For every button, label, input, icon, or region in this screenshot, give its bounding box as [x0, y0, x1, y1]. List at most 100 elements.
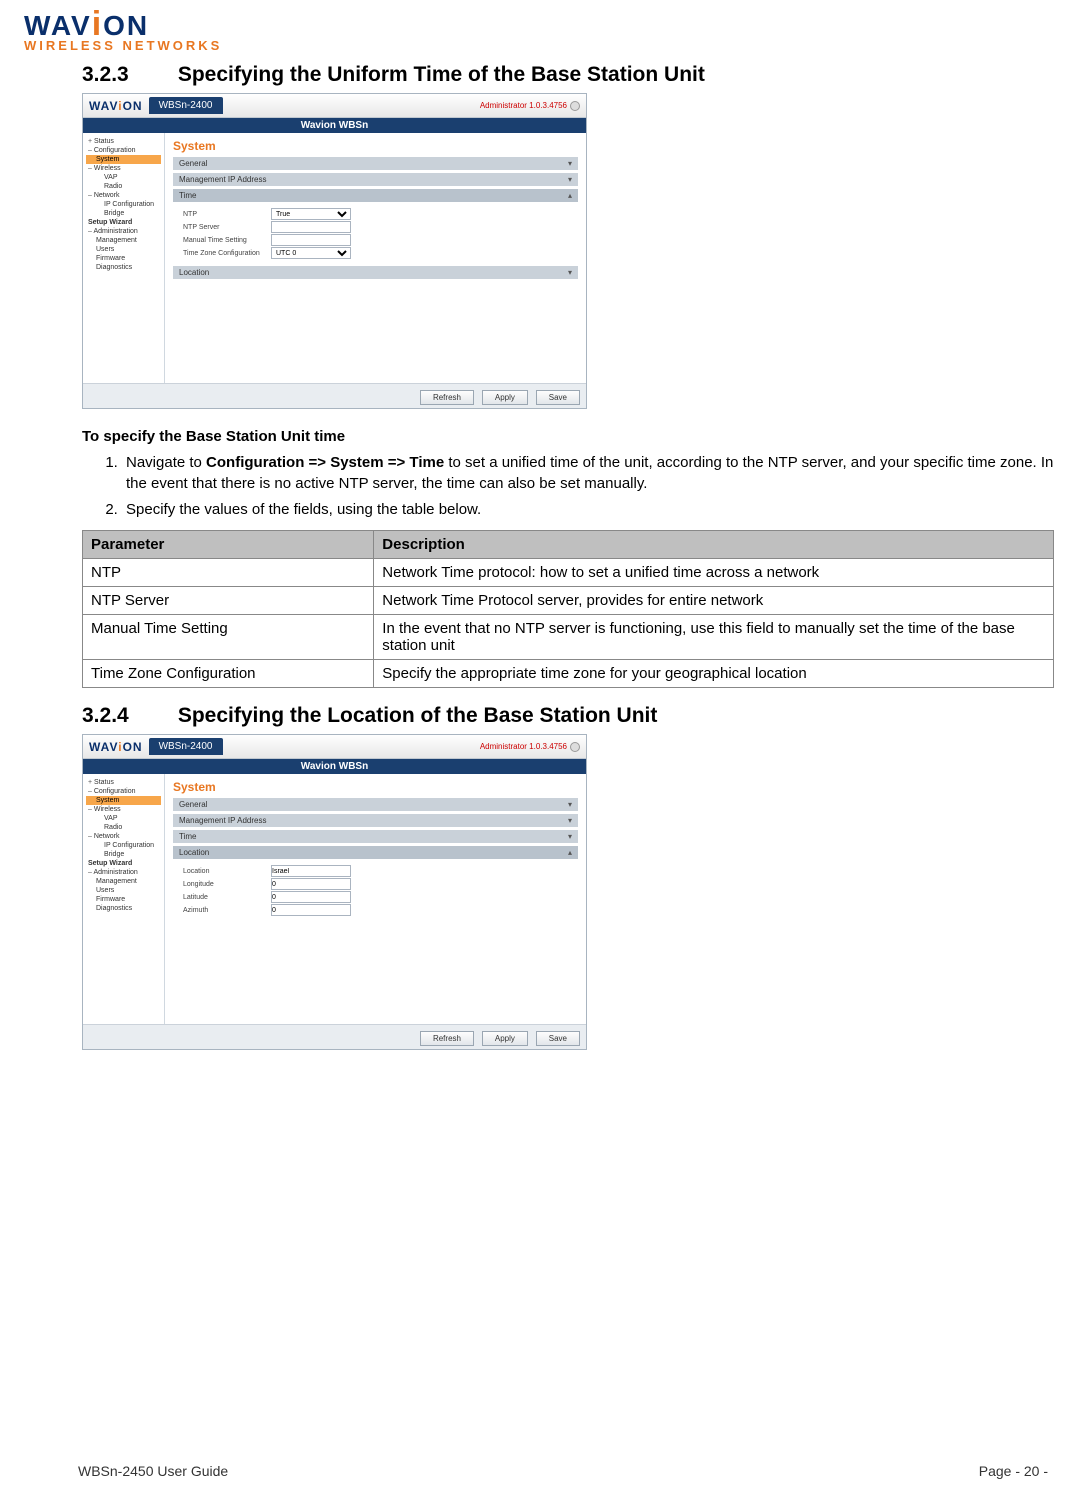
sidebar-item-wireless[interactable]: Wireless — [86, 164, 161, 173]
sidebar-item-system[interactable]: System — [86, 155, 161, 164]
ss-sidebar: Status Configuration System Wireless VAP… — [83, 774, 165, 1024]
sidebar-item-firmware[interactable]: Firmware — [86, 254, 161, 263]
ss-model-tab: WBSn-2400 — [149, 738, 223, 755]
sidebar-item-administration[interactable]: Administration — [86, 868, 161, 877]
page-footer: WBSn-2450 User Guide Page - 20 - — [78, 1463, 1048, 1479]
sidebar-item-system[interactable]: System — [86, 796, 161, 805]
refresh-button[interactable]: Refresh — [420, 1031, 474, 1046]
timezone-select[interactable]: UTC 0 — [271, 247, 351, 259]
location-input[interactable] — [271, 865, 351, 877]
ss-bar-location[interactable]: Location▾ — [173, 266, 578, 279]
brand-logo: WAViON WIRELESS NETWORKS — [24, 12, 1054, 53]
field-label-manual-time: Manual Time Setting — [183, 237, 263, 244]
table-row: NTP Server Network Time Protocol server,… — [83, 587, 1054, 615]
ss-bar-time[interactable]: Time▾ — [173, 830, 578, 843]
sidebar-item-wireless[interactable]: Wireless — [86, 805, 161, 814]
sidebar-item-users[interactable]: Users — [86, 886, 161, 895]
section-number: 3.2.3 — [82, 63, 172, 87]
logo-text-post: ON — [103, 10, 149, 41]
sidebar-item-management[interactable]: Management — [86, 236, 161, 245]
apply-button[interactable]: Apply — [482, 1031, 528, 1046]
field-label-ntp: NTP — [183, 211, 263, 218]
table-row: NTP Network Time protocol: how to set a … — [83, 559, 1054, 587]
ss-logo: WAViON — [89, 99, 143, 113]
ss-title-bar: Wavion WBSn — [83, 759, 586, 774]
sidebar-item-users[interactable]: Users — [86, 245, 161, 254]
ss-logo: WAViON — [89, 740, 143, 754]
steps-list: Navigate to Configuration => System => T… — [82, 453, 1054, 520]
cell-param: NTP — [83, 559, 374, 587]
apply-button[interactable]: Apply — [482, 390, 528, 405]
sidebar-item-setup-wizard[interactable]: Setup Wizard — [86, 218, 161, 227]
sidebar-item-administration[interactable]: Administration — [86, 227, 161, 236]
ss-bar-mgmt-ip[interactable]: Management IP Address▾ — [173, 814, 578, 827]
sidebar-item-bridge[interactable]: Bridge — [86, 209, 161, 218]
chevron-up-icon: ▴ — [568, 191, 572, 200]
ss-title-bar: Wavion WBSn — [83, 118, 586, 133]
section-heading-324: 3.2.4 Specifying the Location of the Bas… — [82, 704, 1054, 728]
azimuth-input[interactable] — [271, 904, 351, 916]
cell-param: Time Zone Configuration — [83, 660, 374, 688]
ss-bar-mgmt-ip[interactable]: Management IP Address▾ — [173, 173, 578, 186]
sidebar-item-network[interactable]: Network — [86, 191, 161, 200]
sidebar-item-vap[interactable]: VAP — [86, 814, 161, 823]
cell-desc: Network Time protocol: how to set a unif… — [374, 559, 1054, 587]
sidebar-item-setup-wizard[interactable]: Setup Wizard — [86, 859, 161, 868]
sidebar-item-firmware[interactable]: Firmware — [86, 895, 161, 904]
ss-admin-label: Administrator 1.0.3.4756 — [480, 101, 580, 111]
ss-sidebar: Status Configuration System Wireless VAP… — [83, 133, 165, 383]
sidebar-item-vap[interactable]: VAP — [86, 173, 161, 182]
sidebar-item-configuration[interactable]: Configuration — [86, 787, 161, 796]
sidebar-item-network[interactable]: Network — [86, 832, 161, 841]
ss-bar-general[interactable]: General▾ — [173, 157, 578, 170]
ss-panel-heading: System — [173, 780, 578, 794]
sidebar-item-radio[interactable]: Radio — [86, 823, 161, 832]
table-row: Manual Time Setting In the event that no… — [83, 615, 1054, 660]
sidebar-item-ipconfig[interactable]: IP Configuration — [86, 200, 161, 209]
field-label-ntp-server: NTP Server — [183, 224, 263, 231]
sidebar-item-diagnostics[interactable]: Diagnostics — [86, 263, 161, 272]
section-title: Specifying the Uniform Time of the Base … — [178, 63, 705, 86]
ss-bar-time[interactable]: Time▴ — [173, 189, 578, 202]
cell-desc: In the event that no NTP server is funct… — [374, 615, 1054, 660]
ss-model-tab: WBSn-2400 — [149, 97, 223, 114]
ntp-server-input[interactable] — [271, 221, 351, 233]
table-header-description: Description — [374, 531, 1054, 559]
cell-param: Manual Time Setting — [83, 615, 374, 660]
chevron-down-icon: ▾ — [568, 832, 572, 841]
latitude-input[interactable] — [271, 891, 351, 903]
sidebar-item-diagnostics[interactable]: Diagnostics — [86, 904, 161, 913]
user-icon — [570, 101, 580, 111]
logo-tagline: WIRELESS NETWORKS — [24, 38, 1054, 53]
screenshot-location-config: WAViON WBSn-2400 Administrator 1.0.3.475… — [82, 734, 587, 1050]
ss-bar-location[interactable]: Location▴ — [173, 846, 578, 859]
sidebar-item-radio[interactable]: Radio — [86, 182, 161, 191]
ss-bar-general[interactable]: General▾ — [173, 798, 578, 811]
table-header-parameter: Parameter — [83, 531, 374, 559]
screenshot-time-config: WAViON WBSn-2400 Administrator 1.0.3.475… — [82, 93, 587, 409]
refresh-button[interactable]: Refresh — [420, 390, 474, 405]
ntp-select[interactable]: True — [271, 208, 351, 220]
step-1-path: Configuration => System => Time — [206, 454, 444, 471]
manual-time-input[interactable] — [271, 234, 351, 246]
chevron-down-icon: ▾ — [568, 816, 572, 825]
sidebar-item-status[interactable]: Status — [86, 137, 161, 146]
field-label-location: Location — [183, 868, 263, 875]
sidebar-item-bridge[interactable]: Bridge — [86, 850, 161, 859]
sidebar-item-management[interactable]: Management — [86, 877, 161, 886]
longitude-input[interactable] — [271, 878, 351, 890]
chevron-down-icon: ▾ — [568, 800, 572, 809]
cell-desc: Specify the appropriate time zone for yo… — [374, 660, 1054, 688]
sidebar-item-status[interactable]: Status — [86, 778, 161, 787]
parameter-table: Parameter Description NTP Network Time p… — [82, 530, 1054, 688]
cell-desc: Network Time Protocol server, provides f… — [374, 587, 1054, 615]
user-icon — [570, 742, 580, 752]
chevron-down-icon: ▾ — [568, 268, 572, 277]
save-button[interactable]: Save — [536, 390, 580, 405]
sidebar-item-configuration[interactable]: Configuration — [86, 146, 161, 155]
chevron-down-icon: ▾ — [568, 175, 572, 184]
step-2: Specify the values of the fields, using … — [122, 500, 1054, 520]
save-button[interactable]: Save — [536, 1031, 580, 1046]
sidebar-item-ipconfig[interactable]: IP Configuration — [86, 841, 161, 850]
section-number: 3.2.4 — [82, 704, 172, 728]
